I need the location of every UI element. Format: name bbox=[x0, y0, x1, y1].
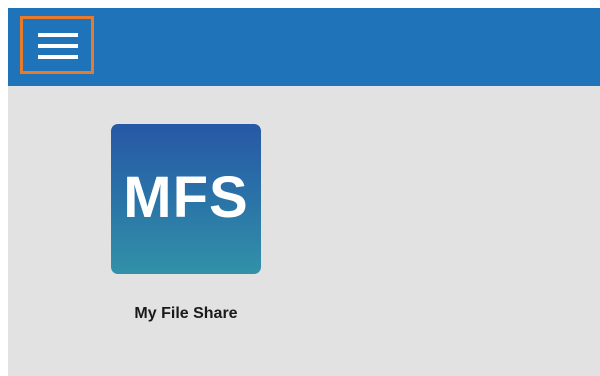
hamburger-menu-icon bbox=[38, 33, 78, 60]
app-tile-my-file-share[interactable]: MFS My File Share bbox=[93, 124, 279, 330]
app-tile-icon[interactable]: MFS bbox=[111, 124, 261, 274]
app-window: MFS My File Share bbox=[8, 8, 600, 376]
app-tile-abbreviation: MFS bbox=[123, 165, 249, 230]
app-tile-label[interactable]: My File Share bbox=[93, 304, 279, 324]
top-bar bbox=[8, 8, 600, 86]
menu-button[interactable] bbox=[20, 16, 94, 74]
